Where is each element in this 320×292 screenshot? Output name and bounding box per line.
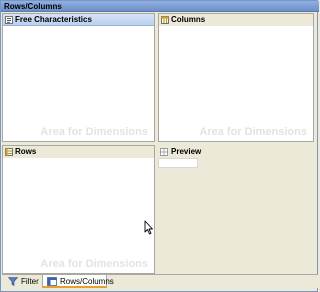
free-characteristics-drop-hint: Area for Dimensions (40, 126, 148, 138)
free-characteristics-pane[interactable]: Free Characteristics Area for Dimensions (2, 13, 155, 142)
columns-title: Columns (171, 15, 206, 24)
columns-header: Columns (159, 14, 313, 26)
free-characteristics-title: Free Characteristics (15, 15, 92, 24)
rows-pane[interactable]: Rows Area for Dimensions (2, 145, 155, 274)
free-characteristics-header: Free Characteristics (3, 14, 154, 26)
rows-icon (5, 148, 13, 156)
rows-columns-icon (47, 277, 57, 286)
rows-title: Rows (15, 147, 37, 156)
preview-grid-icon (160, 147, 168, 156)
tab-rows-columns-label: Rows/Columns (60, 277, 114, 286)
characteristics-list-icon (5, 16, 13, 24)
preview-area (158, 158, 198, 168)
tab-filter-label: Filter (21, 277, 39, 286)
filter-funnel-icon (8, 277, 18, 286)
mouse-cursor-icon (144, 220, 153, 235)
columns-pane[interactable]: Columns Area for Dimensions (158, 13, 314, 142)
preview-header: Preview (158, 146, 314, 157)
preview-title: Preview (171, 147, 202, 156)
window-title: Rows/Columns (1, 1, 319, 12)
tab-filter[interactable]: Filter (4, 275, 42, 288)
tab-strip: Filter Rows/Columns (2, 274, 318, 288)
columns-drop-hint: Area for Dimensions (199, 126, 307, 138)
rows-drop-hint: Area for Dimensions (40, 258, 148, 270)
rows-columns-window: Rows/Columns Free Characteristics Area f… (0, 0, 319, 292)
tab-rows-columns[interactable]: Rows/Columns (42, 275, 114, 288)
rows-header: Rows (3, 146, 154, 158)
columns-icon (161, 16, 169, 24)
